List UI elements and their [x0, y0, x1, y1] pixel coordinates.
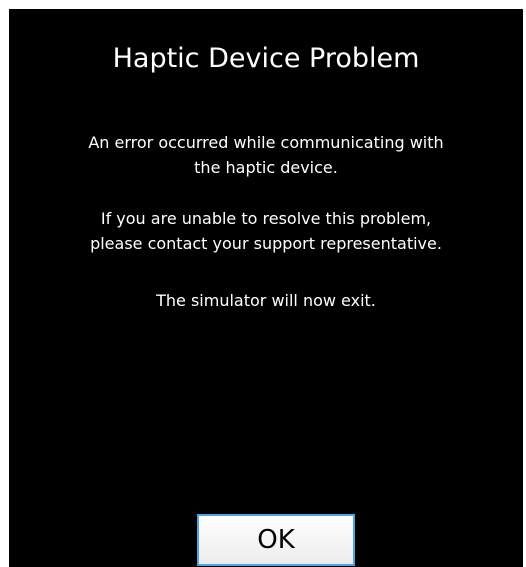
- help-message-line-1: If you are unable to resolve this proble…: [100, 209, 432, 228]
- exit-message: The simulator will now exit.: [156, 291, 376, 310]
- dialog-title: Haptic Device Problem: [112, 43, 420, 74]
- help-message-line-2: please contact your support representati…: [90, 234, 442, 253]
- ok-button[interactable]: OK: [197, 514, 355, 566]
- error-message-line-1: An error occurred while communicating wi…: [88, 133, 444, 152]
- error-message: An error occurred while communicating wi…: [9, 130, 523, 180]
- error-dialog: Haptic Device Problem An error occurred …: [9, 9, 523, 567]
- error-message-line-2: the haptic device.: [194, 158, 338, 177]
- help-message: If you are unable to resolve this proble…: [9, 206, 523, 256]
